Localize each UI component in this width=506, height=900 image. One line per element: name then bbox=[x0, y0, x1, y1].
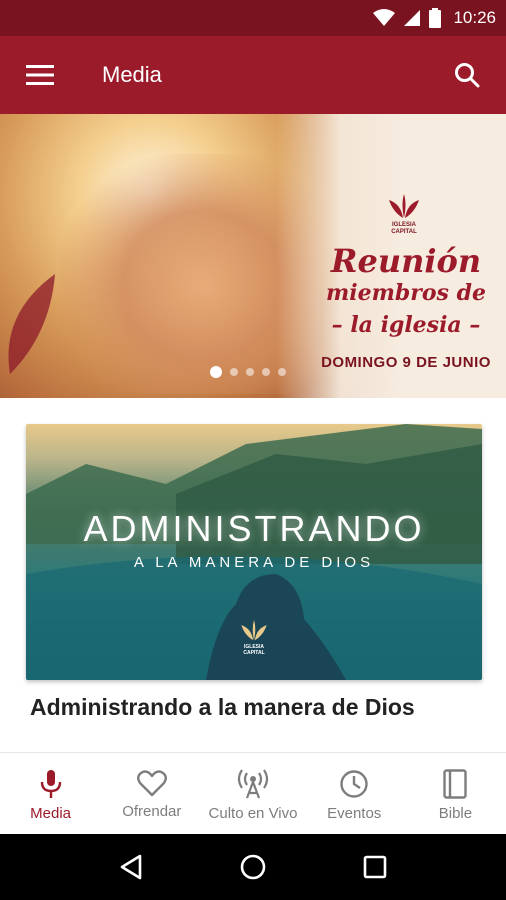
page-title: Media bbox=[102, 62, 162, 87]
nav-label-media: Media bbox=[30, 805, 72, 822]
hero-logo-text: IGLESIA CAPITAL bbox=[391, 222, 417, 235]
card-image-subtitle: A LA MANERA DE DIOS bbox=[133, 554, 375, 571]
status-time: 10:26 bbox=[453, 8, 496, 27]
nav-label-bible: Bible bbox=[438, 805, 473, 822]
hero-subtitle-line1: miembros de bbox=[326, 280, 486, 306]
decorative-leaf-icon bbox=[8, 274, 55, 374]
nav-item-ofrendar[interactable]: Ofrendar bbox=[101, 753, 202, 834]
card-church-logo: IGLESIA CAPITAL bbox=[234, 620, 274, 656]
hero-church-logo: IGLESIA CAPITAL bbox=[382, 194, 426, 236]
book-icon bbox=[443, 769, 468, 799]
church-leaf-logo-icon bbox=[241, 620, 267, 641]
nav-label-eventos: Eventos bbox=[327, 805, 382, 822]
hamburger-menu-icon bbox=[26, 65, 54, 85]
card-image-title: ADMINISTRANDO bbox=[83, 508, 425, 549]
back-button[interactable] bbox=[101, 837, 161, 897]
hero-title: Reunión bbox=[330, 242, 482, 280]
cellular-signal-icon bbox=[404, 10, 421, 26]
carousel-dot[interactable] bbox=[262, 368, 270, 376]
carousel-dot-active[interactable] bbox=[210, 366, 222, 378]
status-bar: 10:26 bbox=[0, 0, 506, 36]
nav-item-bible[interactable]: Bible bbox=[405, 753, 506, 834]
back-triangle-icon bbox=[120, 854, 142, 880]
app-bar: Media bbox=[0, 36, 506, 114]
microphone-icon bbox=[40, 770, 61, 798]
menu-button[interactable] bbox=[0, 36, 80, 114]
wifi-icon bbox=[373, 9, 396, 26]
media-item-title[interactable]: Administrando a la manera de Dios bbox=[30, 694, 480, 721]
hero-banner-carousel[interactable]: IGLESIA CAPITAL Reunión miembros de – la… bbox=[0, 114, 506, 398]
recents-button[interactable] bbox=[345, 837, 405, 897]
broadcast-icon bbox=[237, 769, 269, 799]
nav-item-media[interactable]: Media bbox=[0, 753, 101, 834]
church-leaf-logo-icon bbox=[389, 194, 419, 218]
heart-icon bbox=[136, 770, 167, 797]
media-card-thumbnail[interactable]: ADMINISTRANDO A LA MANERA DE DIOS IGLESI… bbox=[26, 424, 482, 680]
search-icon bbox=[455, 63, 480, 88]
carousel-dot[interactable] bbox=[278, 368, 286, 376]
battery-icon bbox=[429, 8, 442, 28]
carousel-dot[interactable] bbox=[230, 368, 238, 376]
hero-date: DOMINGO 9 DE JUNIO bbox=[321, 354, 491, 371]
home-circle-icon bbox=[240, 854, 266, 880]
home-button[interactable] bbox=[223, 837, 283, 897]
nav-label-culto-en-vivo: Culto en Vivo bbox=[208, 805, 298, 822]
carousel-dot[interactable] bbox=[246, 368, 254, 376]
recents-square-icon bbox=[363, 855, 387, 879]
clock-icon bbox=[340, 770, 368, 798]
hero-subtitle-line2: – la iglesia – bbox=[331, 312, 481, 338]
nav-label-ofrendar: Ofrendar bbox=[122, 803, 182, 820]
nav-item-culto-en-vivo[interactable]: Culto en Vivo bbox=[202, 753, 303, 834]
card-logo-text: IGLESIA CAPITAL bbox=[243, 644, 265, 656]
nav-item-eventos[interactable]: Eventos bbox=[304, 753, 405, 834]
bottom-navigation: Media Ofrendar Culto en Vivo Eventos Bib… bbox=[0, 752, 506, 834]
system-navigation-bar bbox=[0, 834, 506, 900]
search-button[interactable] bbox=[442, 50, 492, 100]
carousel-indicator bbox=[210, 366, 286, 378]
